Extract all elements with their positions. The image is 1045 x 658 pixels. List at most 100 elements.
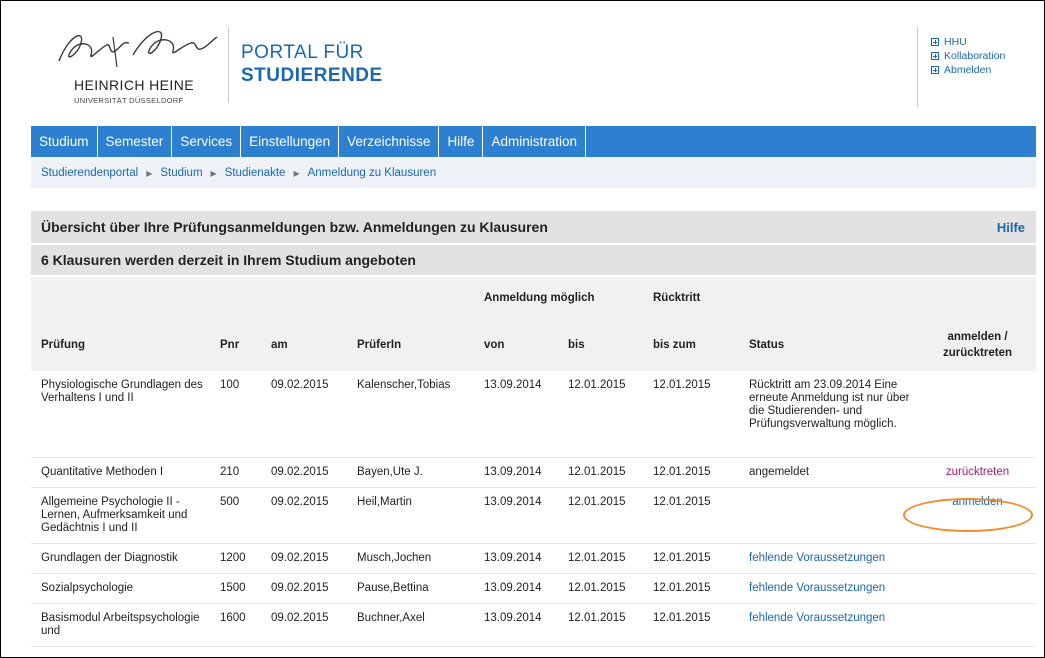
breadcrumb-studienakte[interactable]: Studienakte (225, 167, 286, 179)
cell-von: 13.09.2014 (474, 603, 558, 647)
column-header-pruefung: Prüfung (41, 339, 86, 351)
plus-box-icon (931, 52, 939, 60)
cell-status (739, 487, 919, 544)
portal-title-line1: PORTAL FÜR (241, 42, 364, 63)
cell-pnr: 100 (210, 371, 261, 458)
header-divider-right (917, 27, 918, 107)
cell-pruefung: Quantitative Methoden I (31, 457, 210, 488)
cell-pruefer: Bayen,Ute J. (347, 457, 474, 488)
table-row: Physiologische Grundlagen des Verhaltens… (31, 371, 1036, 458)
cell-action: zurücktreten (919, 457, 1036, 488)
missing-requirements-link[interactable]: fehlende Voraussetzungen (749, 552, 885, 564)
column-header-am: am (271, 339, 288, 351)
nav-item-administration[interactable]: Administration (483, 126, 586, 157)
overview-title: Übersicht über Ihre Prüfungsanmeldungen … (41, 219, 548, 235)
cell-pnr: 1600 (210, 603, 261, 647)
cell-von: 13.09.2014 (474, 573, 558, 604)
cell-am: 09.02.2015 (261, 457, 347, 488)
university-logo[interactable]: HEINRICH HEINE UNIVERSITÄT DÜSSELDORF (51, 21, 221, 111)
cell-pnr: 1500 (210, 573, 261, 604)
cell-am: 09.02.2015 (261, 543, 347, 574)
top-link-abmelden[interactable]: Abmelden (931, 63, 1005, 77)
cell-von: 13.09.2014 (474, 371, 558, 458)
cell-bis: 12.01.2015 (558, 457, 643, 488)
breadcrumb: Studierendenportal ▶ Studium ▶ Studienak… (31, 158, 1036, 188)
top-link-label: HHU (944, 36, 967, 48)
table-group-header: Anmeldung möglich Rücktritt (31, 277, 1036, 319)
group-header-ruecktritt: Rücktritt (653, 292, 701, 304)
table-row: Sozialpsychologie 1500 09.02.2015 Pause,… (31, 573, 1036, 604)
cell-status: fehlende Voraussetzungen (739, 543, 919, 574)
cell-pruefung: Sozialpsychologie (31, 573, 210, 604)
column-header-action-line1: anmelden / (947, 331, 1008, 343)
nav-item-verzeichnisse[interactable]: Verzeichnisse (339, 126, 440, 157)
plus-box-icon (931, 66, 939, 74)
column-header-bis-zum: bis zum (653, 339, 696, 351)
cell-pruefung: Basismodul Arbeitspsychologie und (31, 603, 210, 647)
missing-requirements-link[interactable]: fehlende Voraussetzungen (749, 612, 885, 624)
cell-pnr: 1200 (210, 543, 261, 574)
triangle-right-icon: ▶ (293, 168, 300, 178)
column-header-von: von (484, 339, 505, 351)
cell-status: fehlende Voraussetzungen (739, 573, 919, 604)
cell-status: Rücktritt am 23.09.2014 Eine erneute Anm… (739, 371, 919, 458)
exam-table: Anmeldung möglich Rücktritt Prüfung Pnr … (31, 277, 1036, 647)
cell-bis-zum: 12.01.2015 (643, 457, 739, 488)
cell-bis: 12.01.2015 (558, 573, 643, 604)
table-row: Grundlagen der Diagnostik 1200 09.02.201… (31, 543, 1036, 574)
cell-status: fehlende Voraussetzungen (739, 603, 919, 647)
breadcrumb-studierendenportal[interactable]: Studierendenportal (41, 167, 138, 179)
nav-item-services[interactable]: Services (172, 126, 242, 157)
top-links: HHU Kollaboration Abmelden (931, 35, 1005, 77)
cell-am: 09.02.2015 (261, 603, 347, 647)
header: HEINRICH HEINE UNIVERSITÄT DÜSSELDORF PO… (21, 9, 1036, 111)
cell-action: anmelden (919, 487, 1036, 544)
cell-am: 09.02.2015 (261, 487, 347, 544)
triangle-right-icon: ▶ (210, 168, 217, 178)
signature-logo-icon (58, 30, 218, 68)
cell-pruefer: Musch,Jochen (347, 543, 474, 574)
portal-title-line2: STUDIERENDE (241, 65, 383, 86)
cell-bis-zum: 12.01.2015 (643, 603, 739, 647)
header-divider (228, 27, 229, 103)
cell-pnr: 210 (210, 457, 261, 488)
column-header-pruefer: PrüferIn (357, 339, 402, 351)
nav-item-hilfe[interactable]: Hilfe (439, 126, 484, 157)
cell-von: 13.09.2014 (474, 543, 558, 574)
exam-count-title: 6 Klausuren werden derzeit in Ihrem Stud… (41, 252, 416, 268)
cell-action (919, 603, 1036, 647)
column-header-pnr: Pnr (220, 339, 240, 351)
column-header-action-line2: zurücktreten (942, 347, 1013, 359)
cell-pruefer: Kalenscher,Tobias (347, 371, 474, 458)
top-link-hhu[interactable]: HHU (931, 35, 1005, 49)
cell-pruefer: Buchner,Axel (347, 603, 474, 647)
nav-item-studium[interactable]: Studium (31, 126, 98, 157)
triangle-right-icon: ▶ (146, 168, 153, 178)
nav-item-semester[interactable]: Semester (98, 126, 173, 157)
column-header-bis: bis (568, 339, 585, 351)
top-link-label: Kollaboration (944, 50, 1006, 62)
anmelden-link[interactable]: anmelden (952, 496, 1003, 508)
cell-bis: 12.01.2015 (558, 603, 643, 647)
breadcrumb-anmeldung-klausuren[interactable]: Anmeldung zu Klausuren (308, 167, 437, 179)
main-nav: Studium Semester Services Einstellungen … (31, 126, 1036, 157)
table-row: Allgemeine Psychologie II - Lernen, Aufm… (31, 487, 1036, 544)
top-link-kollaboration[interactable]: Kollaboration (931, 49, 1005, 63)
column-header-action: anmelden / zurücktreten (919, 319, 1036, 371)
table-row: Basismodul Arbeitspsychologie und 1600 0… (31, 603, 1036, 647)
help-link[interactable]: Hilfe (997, 220, 1025, 235)
cell-pruefer: Heil,Martin (347, 487, 474, 544)
group-header-anmeldung: Anmeldung möglich (484, 292, 595, 304)
nav-item-einstellungen[interactable]: Einstellungen (241, 126, 340, 157)
cell-pruefung: Allgemeine Psychologie II - Lernen, Aufm… (31, 487, 210, 544)
page-frame: HEINRICH HEINE UNIVERSITÄT DÜSSELDORF PO… (0, 0, 1045, 658)
cell-bis: 12.01.2015 (558, 371, 643, 458)
missing-requirements-link[interactable]: fehlende Voraussetzungen (749, 582, 885, 594)
cell-action (919, 371, 1036, 458)
exam-count-header: 6 Klausuren werden derzeit in Ihrem Stud… (31, 245, 1036, 275)
cell-bis-zum: 12.01.2015 (643, 573, 739, 604)
zuruecktreten-link[interactable]: zurücktreten (946, 466, 1009, 478)
cell-bis: 12.01.2015 (558, 543, 643, 574)
column-header-status: Status (749, 339, 785, 351)
breadcrumb-studium[interactable]: Studium (160, 167, 202, 179)
